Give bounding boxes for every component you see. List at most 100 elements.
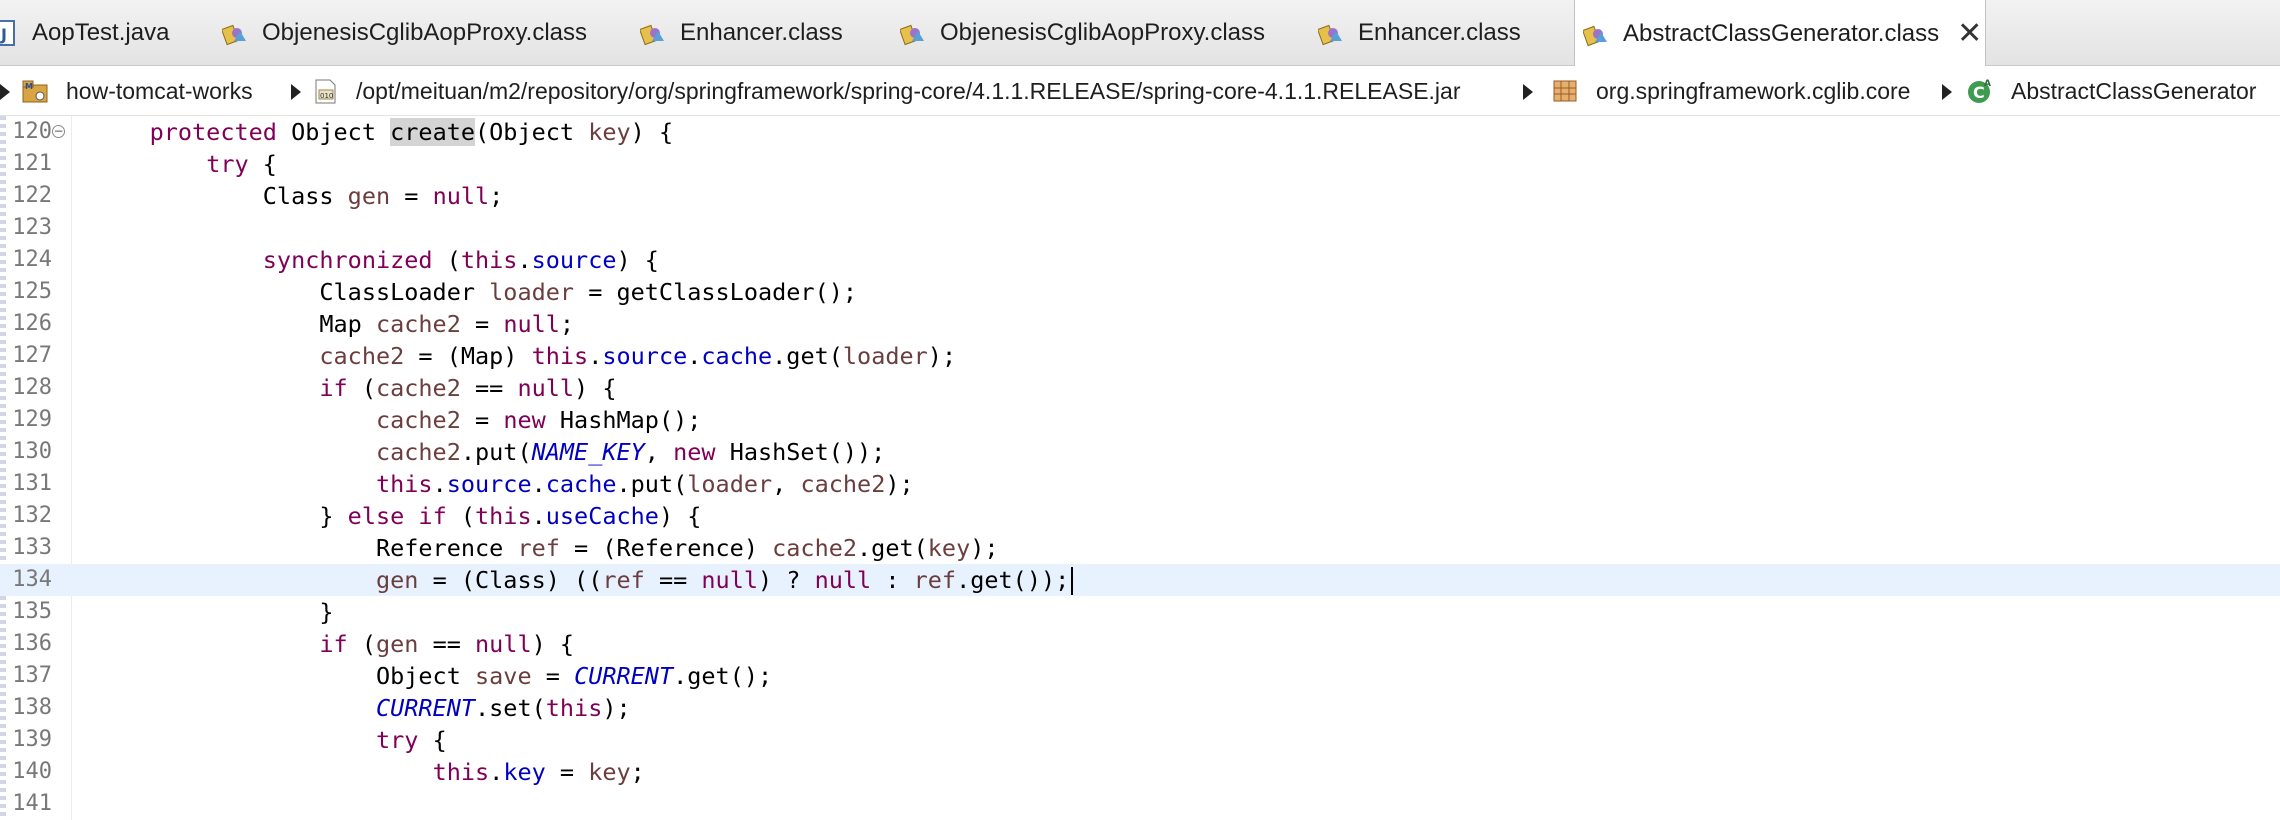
line-number: 126	[12, 310, 52, 336]
tab-label: AbstractClassGenerator.class	[1623, 19, 1940, 47]
breadcrumb: M how-tomcat-works 010 /opt/meituan/m2/r…	[0, 66, 2280, 116]
code-text: cache2 = (Map) this.source.cache.get(loa…	[319, 341, 957, 370]
code-line[interactable]: 122 Class gen = null;	[0, 180, 2280, 212]
breadcrumb-package[interactable]: org.springframework.cglib.core	[1550, 66, 1910, 116]
line-number: 127	[12, 342, 52, 368]
line-number: 131	[12, 470, 52, 496]
code-line[interactable]: 141	[0, 788, 2280, 820]
tab-enhancer-class-2[interactable]: Enhancer.class	[1318, 0, 1568, 66]
svg-text:M: M	[25, 82, 33, 91]
jar-icon: 010	[315, 79, 336, 104]
package-icon	[1553, 80, 1577, 102]
breadcrumb-package-label: org.springframework.cglib.core	[1596, 77, 1911, 104]
tab-label: ObjenesisCglibAopProxy.class	[940, 19, 1266, 46]
code-text: this.source.cache.put(loader, cache2);	[375, 469, 914, 498]
code-line[interactable]: 139 try {	[0, 724, 2280, 756]
code-line[interactable]: 126 Map cache2 = null;	[0, 308, 2280, 340]
code-text: cache2.put(NAME_KEY, new HashSet());	[375, 437, 886, 466]
code-line[interactable]: 134 gen = (Class) ((ref == null) ? null …	[0, 563, 2280, 596]
code-text: try {	[375, 725, 447, 754]
code-text: CURRENT.set(this);	[375, 693, 631, 722]
text-cursor	[1071, 567, 1074, 596]
code-line[interactable]: 121 try {	[0, 148, 2280, 180]
tab-objenesis-cglib-aop-proxy-class-2[interactable]: ObjenesisCglibAopProxy.class	[900, 0, 1280, 66]
chevron-right-icon	[1523, 84, 1533, 100]
editor-tab-bar: J AopTest.java ObjenesisCglibAopProxy.cl…	[0, 0, 2280, 67]
class-file-icon	[640, 24, 664, 46]
code-line[interactable]: 123	[0, 212, 2280, 244]
breadcrumb-class[interactable]: C A AbstractClassGenerator	[1965, 66, 2256, 116]
code-line[interactable]: 138 CURRENT.set(this);	[0, 692, 2280, 724]
code-editor[interactable]: 120− protected Object create(Object key)…	[0, 116, 2280, 820]
tab-label: AopTest.java	[32, 19, 170, 46]
tab-label: Enhancer.class	[680, 19, 843, 46]
line-number: 140	[12, 758, 52, 784]
line-number: 122	[12, 182, 52, 208]
code-text: Reference ref = (Reference) cache2.get(k…	[93, 533, 999, 562]
line-number: 139	[12, 726, 52, 752]
line-number: 134	[12, 566, 52, 592]
code-text: }	[93, 597, 334, 626]
code-line[interactable]: 140 this.key = key;	[0, 756, 2280, 788]
chevron-right-icon	[0, 84, 10, 100]
class-file-icon	[1583, 25, 1607, 46]
class-file-icon	[900, 24, 924, 46]
line-number: 128	[12, 374, 52, 400]
code-text: ClassLoader loader = getClassLoader();	[93, 277, 858, 306]
line-number: 135	[12, 598, 52, 624]
code-text: cache2 = new HashMap();	[375, 405, 702, 434]
code-line[interactable]: 125 ClassLoader loader = getClassLoader(…	[0, 276, 2280, 308]
breadcrumb-class-label: AbstractClassGenerator	[2011, 77, 2257, 104]
code-line[interactable]: 128 if (cache2 == null) {	[0, 372, 2280, 404]
svg-text:010: 010	[320, 92, 333, 100]
code-text: this.key = key;	[432, 757, 645, 786]
svg-text:C: C	[1973, 83, 1985, 102]
line-number: 132	[12, 502, 52, 528]
java-file-icon: J	[0, 20, 15, 46]
tab-aoptest-java[interactable]: J AopTest.java	[0, 0, 200, 66]
code-text: protected Object create(Object key) {	[149, 118, 674, 146]
breadcrumb-project[interactable]: M how-tomcat-works	[20, 66, 253, 116]
code-line[interactable]: 124 synchronized (this.source) {	[0, 244, 2280, 276]
code-line[interactable]: 133 Reference ref = (Reference) cache2.g…	[0, 532, 2280, 564]
tab-label: Enhancer.class	[1358, 19, 1521, 46]
code-line[interactable]: 120− protected Object create(Object key)…	[0, 116, 2280, 148]
code-text: synchronized (this.source) {	[262, 245, 659, 274]
code-text: } else if (this.useCache) {	[93, 501, 702, 530]
line-number: 137	[12, 662, 52, 688]
class-file-icon	[1318, 24, 1342, 46]
line-number: 124	[12, 246, 52, 272]
svg-text:A: A	[1984, 79, 1991, 89]
abstract-class-icon: C A	[1968, 79, 1991, 103]
breadcrumb-project-label: how-tomcat-works	[66, 77, 253, 104]
tab-objenesis-cglib-aop-proxy-class[interactable]: ObjenesisCglibAopProxy.class	[222, 0, 602, 66]
close-tab-icon[interactable]: ✕	[1957, 18, 1982, 49]
code-line[interactable]: 130 cache2.put(NAME_KEY, new HashSet());	[0, 436, 2280, 468]
code-line[interactable]: 127 cache2 = (Map) this.source.cache.get…	[0, 340, 2280, 372]
line-number: 123	[12, 214, 52, 240]
code-line[interactable]: 136 if (gen == null) {	[0, 628, 2280, 660]
project-icon: M	[22, 80, 48, 103]
class-file-icon	[222, 24, 246, 46]
line-number: 121	[12, 150, 52, 176]
tab-label: ObjenesisCglibAopProxy.class	[262, 19, 588, 46]
code-text: if (gen == null) {	[319, 629, 575, 658]
line-number: 120	[12, 119, 52, 144]
code-text: Class gen = null;	[93, 181, 504, 210]
tab-abstract-class-generator-class[interactable]: AbstractClassGenerator.class ✕	[1574, 0, 1986, 67]
code-line[interactable]: 131 this.source.cache.put(loader, cache2…	[0, 468, 2280, 500]
breadcrumb-jar-label: /opt/meituan/m2/repository/org/springfra…	[356, 77, 1461, 104]
code-line[interactable]: 132 } else if (this.useCache) {	[0, 500, 2280, 532]
tab-enhancer-class[interactable]: Enhancer.class	[640, 0, 890, 66]
fold-collapse-icon[interactable]: −	[52, 125, 65, 138]
breadcrumb-jar[interactable]: 010 /opt/meituan/m2/repository/org/sprin…	[310, 66, 1460, 116]
line-number: 133	[12, 534, 52, 560]
chevron-right-icon	[291, 84, 301, 100]
code-line[interactable]: 129 cache2 = new HashMap();	[0, 404, 2280, 436]
code-line[interactable]: 135 }	[0, 596, 2280, 628]
code-line[interactable]: 137 Object save = CURRENT.get();	[0, 660, 2280, 692]
code-text: if (cache2 == null) {	[319, 373, 617, 402]
code-text: Map cache2 = null;	[93, 309, 575, 338]
line-number: 125	[12, 278, 52, 304]
chevron-right-icon	[1942, 84, 1952, 100]
